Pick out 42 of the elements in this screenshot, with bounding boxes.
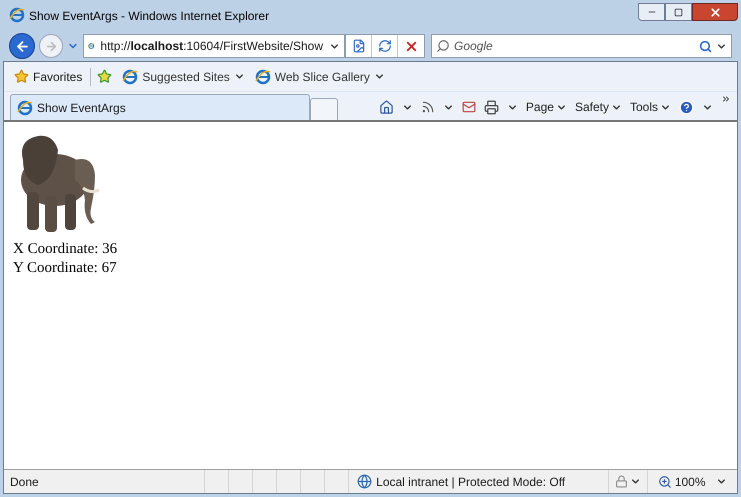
refresh-icon bbox=[378, 39, 392, 53]
coordinate-text: X Coordinate: 36 bbox=[13, 240, 118, 259]
print-icon[interactable] bbox=[484, 100, 499, 114]
maximize-button[interactable] bbox=[665, 3, 692, 21]
globe-icon bbox=[357, 474, 372, 489]
star-icon bbox=[14, 69, 29, 84]
zoom-icon bbox=[658, 474, 672, 488]
favorites-link[interactable]: Web Slice Gallery bbox=[254, 68, 385, 86]
mail-icon[interactable] bbox=[462, 100, 476, 114]
zoom-button[interactable]: 100% bbox=[646, 470, 737, 493]
favorites-link[interactable]: Suggested Sites bbox=[122, 68, 245, 86]
close-icon bbox=[708, 6, 722, 18]
coordinate-text: Y Coordinate: 67 bbox=[13, 259, 118, 278]
command-menu[interactable]: Page bbox=[526, 98, 567, 116]
browser-tab[interactable]: Show EventArgs bbox=[10, 94, 310, 120]
maximize-icon bbox=[674, 8, 683, 16]
close-button[interactable] bbox=[692, 3, 738, 21]
search-field[interactable]: Google bbox=[431, 34, 732, 58]
ie-logo-icon bbox=[9, 7, 25, 23]
ie-page-icon bbox=[17, 100, 33, 116]
status-text: Done bbox=[9, 474, 40, 490]
forward-arrow-icon bbox=[44, 40, 58, 52]
search-input[interactable]: Google bbox=[454, 37, 695, 55]
broken-page-icon bbox=[352, 39, 366, 53]
protected-mode-icon[interactable] bbox=[614, 475, 628, 488]
command-menu[interactable]: Tools bbox=[630, 98, 671, 116]
command-menu[interactable]: Safety bbox=[574, 98, 622, 116]
window-title: Show EventArgs - Windows Internet Explorer bbox=[29, 8, 270, 25]
ie-page-icon bbox=[122, 68, 138, 84]
help-icon[interactable] bbox=[679, 100, 694, 114]
add-favorite-icon[interactable] bbox=[97, 69, 112, 84]
more-icon[interactable] bbox=[721, 94, 731, 104]
home-icon[interactable] bbox=[378, 100, 394, 114]
search-icon bbox=[436, 39, 450, 53]
search-button-icon[interactable] bbox=[699, 40, 712, 52]
feeds-icon[interactable] bbox=[420, 100, 435, 114]
back-button[interactable] bbox=[9, 33, 35, 59]
ie-page-icon bbox=[254, 68, 271, 84]
favorites-button[interactable]: Favorites bbox=[14, 68, 92, 86]
security-zone[interactable]: Local intranet | Protected Mode: Off bbox=[348, 470, 608, 493]
minimize-button[interactable] bbox=[638, 3, 665, 21]
address-field[interactable]: http://localhost:10604/FirstWebsite/Show bbox=[83, 34, 345, 58]
